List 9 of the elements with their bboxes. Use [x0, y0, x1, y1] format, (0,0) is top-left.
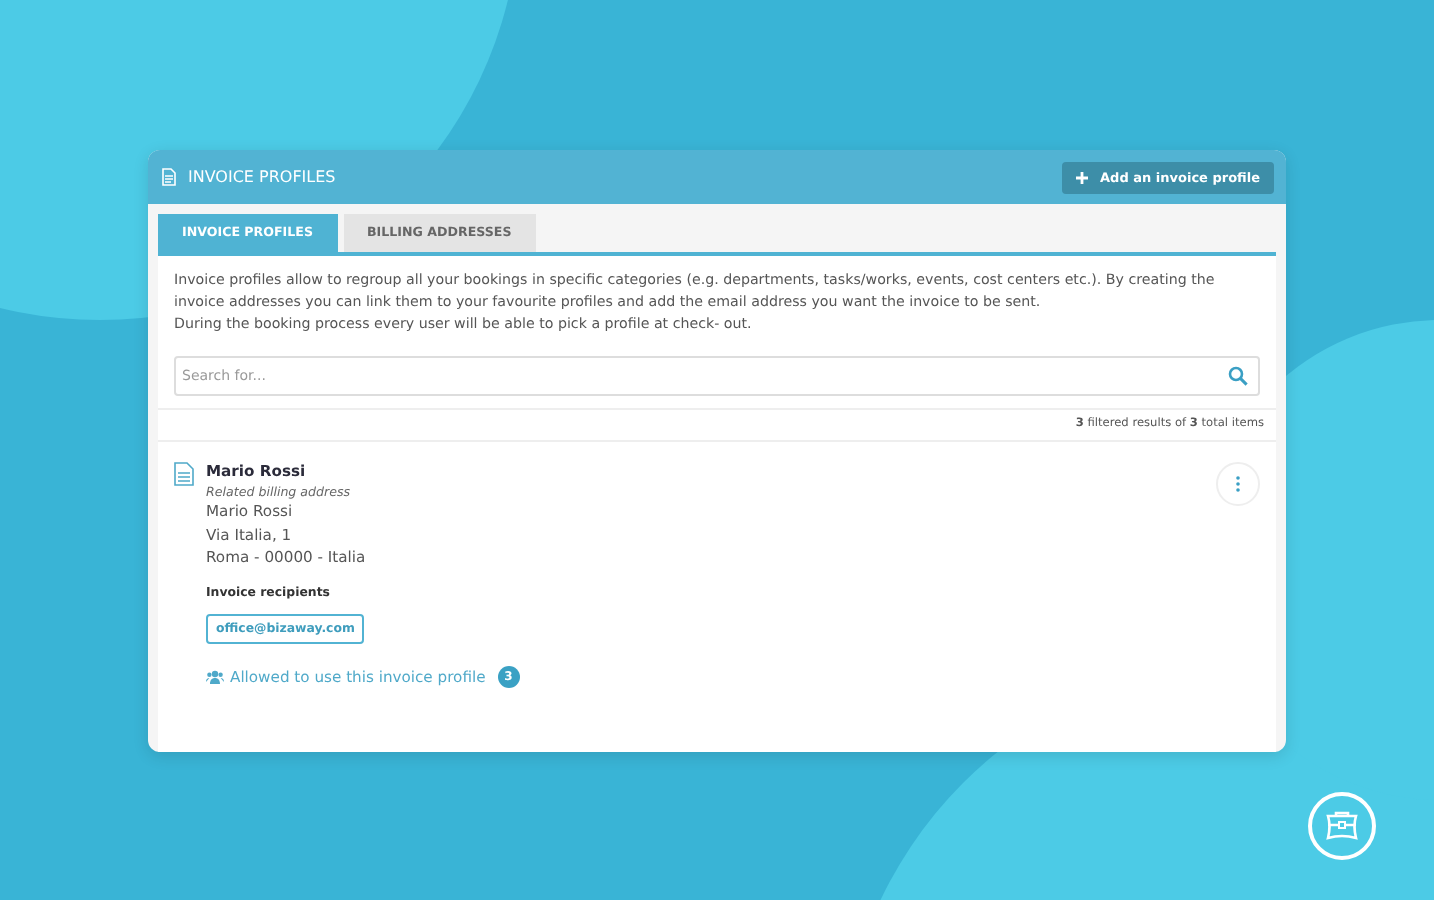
document-icon — [162, 168, 176, 186]
document-icon — [174, 462, 194, 486]
search-icon[interactable] — [1228, 366, 1248, 386]
chat-button[interactable] — [1308, 792, 1376, 860]
more-options-button[interactable] — [1216, 462, 1260, 506]
plus-icon — [1076, 171, 1089, 183]
suitcase-icon — [1324, 810, 1360, 842]
panel-title-text: INVOICE PROFILES — [188, 168, 336, 186]
users-icon — [206, 669, 224, 683]
